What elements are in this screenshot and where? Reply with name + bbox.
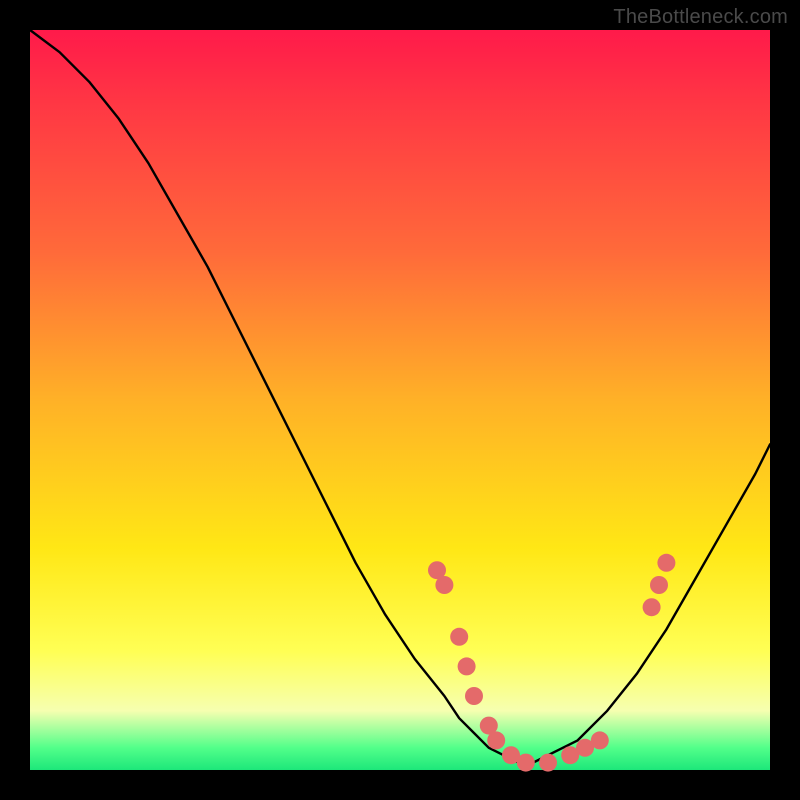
- chart-frame: TheBottleneck.com: [0, 0, 800, 800]
- curve-marker: [539, 754, 557, 772]
- curve-svg: [30, 30, 770, 770]
- curve-marker: [487, 731, 505, 749]
- curve-marker: [450, 628, 468, 646]
- curve-marker: [465, 687, 483, 705]
- curve-marker: [517, 754, 535, 772]
- curve-markers: [428, 554, 675, 772]
- curve-marker: [650, 576, 668, 594]
- curve-marker: [458, 657, 476, 675]
- curve-marker: [657, 554, 675, 572]
- curve-marker: [591, 731, 609, 749]
- plot-area: [30, 30, 770, 770]
- attribution-text: TheBottleneck.com: [613, 6, 788, 29]
- curve-marker: [643, 598, 661, 616]
- curve-marker: [435, 576, 453, 594]
- bottleneck-curve: [30, 30, 770, 763]
